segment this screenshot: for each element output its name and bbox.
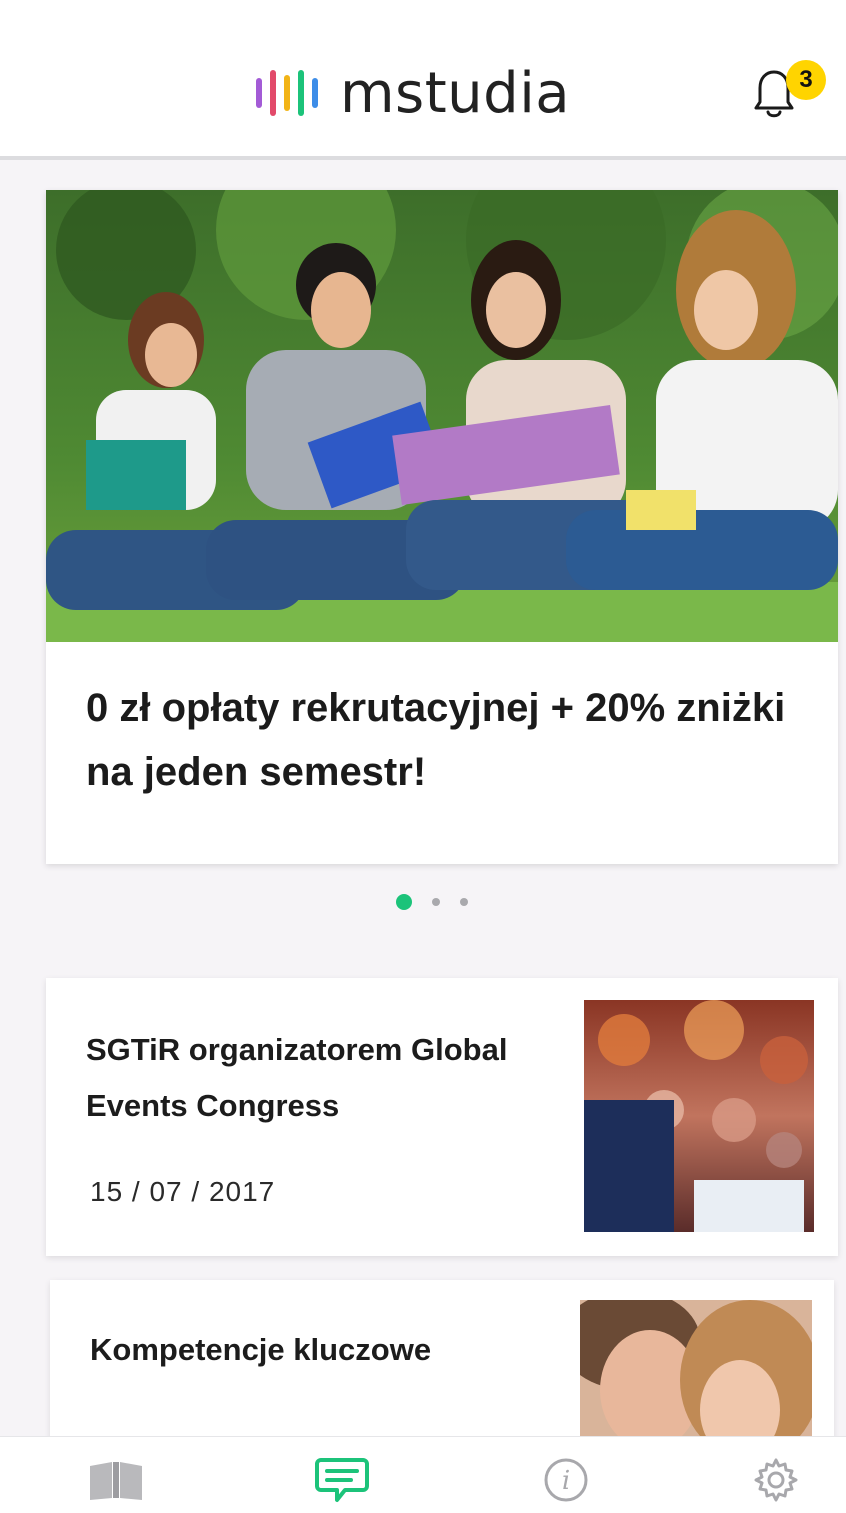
logo-bars-icon [256,70,318,116]
mstudia-logo: mstudia [256,58,570,128]
chat-icon[interactable] [312,1455,372,1505]
carousel-dot-active[interactable] [396,894,412,910]
carousel-indicator [396,894,468,910]
news-title: SGTiR organizatorem Global Events Congre… [86,1032,508,1123]
news-thumbnail [584,1000,814,1232]
book-icon[interactable] [86,1455,146,1505]
carousel-dot[interactable] [432,898,440,906]
news-title: Kompetencje kluczowe [90,1332,432,1367]
app-header: mstudia 3 [0,0,846,160]
carousel-dot[interactable] [460,898,468,906]
students-photo [46,190,838,642]
gear-icon[interactable] [746,1455,806,1505]
bottom-navigation: i [0,1436,846,1513]
info-icon[interactable]: i [536,1455,596,1505]
news-card[interactable]: Kompetencje kluczowe [50,1280,834,1460]
news-card[interactable]: SGTiR organizatorem Global Events Congre… [46,978,838,1256]
promo-card[interactable]: 0 zł opłaty rekrutacyjnej + 20% zniżki n… [46,190,838,864]
logo-text: mstudia [340,60,571,126]
svg-text:i: i [562,1466,570,1496]
news-date: 15 / 07 / 2017 [90,1176,276,1207]
promo-title: 0 zł opłaty rekrutacyjnej + 20% zniżki n… [86,686,786,794]
notification-count-badge[interactable]: 3 [786,60,826,100]
